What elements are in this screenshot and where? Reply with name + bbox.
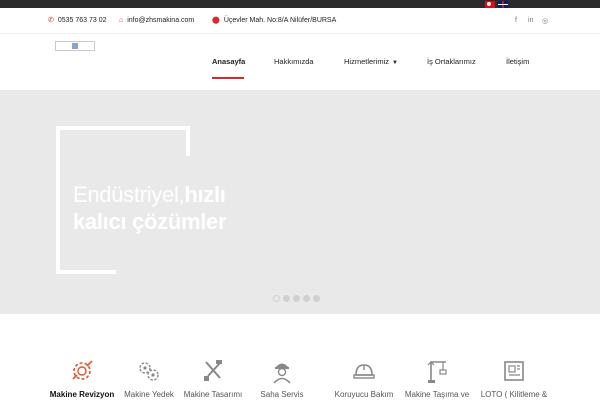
email-contact[interactable]: ⌂ info@zhsmakina.com [119, 17, 194, 24]
uk-flag-icon[interactable] [498, 1, 508, 8]
slider-dot-3[interactable] [293, 295, 300, 302]
service-preventive-maintenance[interactable]: Koruyucu Bakım [326, 358, 402, 399]
nav-about[interactable]: Hakkımızda [274, 57, 314, 66]
hero-frame-right [186, 126, 190, 156]
email-text: info@zhsmakina.com [127, 17, 195, 24]
chevron-down-icon: ▼ [392, 60, 398, 66]
hardhat-icon [353, 364, 375, 379]
service-field-service[interactable]: Saha Servis [244, 358, 320, 399]
service-machine-revision[interactable]: Makine Revizyon [44, 358, 120, 399]
phone-icon: ✆ [48, 17, 54, 24]
service-label: Makine Revizyon [49, 390, 115, 399]
hero-frame-bottom [56, 270, 116, 274]
nav-home[interactable]: Anasayfa [212, 57, 245, 66]
slider-pagination [273, 295, 320, 302]
hero-heading-line2: kalıcı çözümler [73, 209, 227, 234]
services-strip: Makine Revizyon Makine Yedek Makine Tasa… [0, 314, 600, 400]
instagram-icon[interactable]: ◎ [542, 17, 548, 25]
phone-contact[interactable]: ✆ 0535 763 73 02 [48, 17, 107, 24]
slider-dot-2[interactable] [283, 295, 290, 302]
service-machine-transport[interactable]: Makine Taşıma ve [399, 358, 475, 399]
tools-icon [204, 360, 222, 381]
hero-slider: Endüstriyel,hızlı kalıcı çözümler [0, 90, 600, 314]
service-label: LOTO ( Kilitleme & [480, 390, 548, 399]
service-label: Makine Taşıma ve [404, 390, 470, 399]
gear-wrench-icon [72, 360, 93, 380]
blueprint-icon [504, 361, 524, 381]
nav-contact[interactable]: İletişim [506, 57, 529, 66]
slider-dot-1[interactable] [273, 295, 280, 302]
slider-dot-5[interactable] [313, 295, 320, 302]
service-machine-design[interactable]: Makine Tasarımı [175, 358, 251, 399]
site-header: Anasayfa Hakkımızda Hizmetlerimiz ▼ İş Or… [0, 34, 600, 90]
crane-icon [427, 361, 447, 383]
top-bar [0, 0, 600, 8]
phone-text: 0535 763 73 02 [57, 17, 107, 24]
address-text: Üçevler Mah. No:8/A Nilüfer/BURSA [223, 17, 337, 24]
site-logo[interactable] [55, 41, 95, 51]
service-label: Koruyucu Bakım [334, 390, 394, 399]
linkedin-icon[interactable]: in [528, 17, 533, 24]
nav-services[interactable]: Hizmetlerimiz ▼ [344, 57, 398, 66]
service-label: Makine Tasarımı [183, 390, 243, 399]
turkish-flag-icon[interactable] [485, 1, 495, 8]
hero-frame-top [56, 126, 190, 130]
service-label: Saha Servis [260, 390, 304, 399]
worker-icon [273, 363, 291, 384]
home-icon: ⌂ [119, 17, 124, 24]
slider-dot-4[interactable] [303, 295, 310, 302]
contact-bar: ✆ 0535 763 73 02 ⌂ info@zhsmakina.com ⬤ … [0, 8, 600, 34]
nav-partners[interactable]: İş Ortaklarımız [427, 57, 476, 66]
map-pin-icon: ⬤ [212, 17, 220, 24]
hero-heading-line1: Endüstriyel,hızlı [73, 182, 226, 207]
gears-icon [139, 362, 159, 381]
address-contact: ⬤ Üçevler Mah. No:8/A Nilüfer/BURSA [212, 17, 336, 24]
facebook-icon[interactable]: f [515, 17, 517, 24]
nav-services-label: Hizmetlerimiz [344, 57, 389, 66]
hero-frame [56, 126, 60, 274]
service-loto[interactable]: LOTO ( Kilitleme & [476, 358, 552, 399]
nav-active-indicator [212, 77, 244, 79]
